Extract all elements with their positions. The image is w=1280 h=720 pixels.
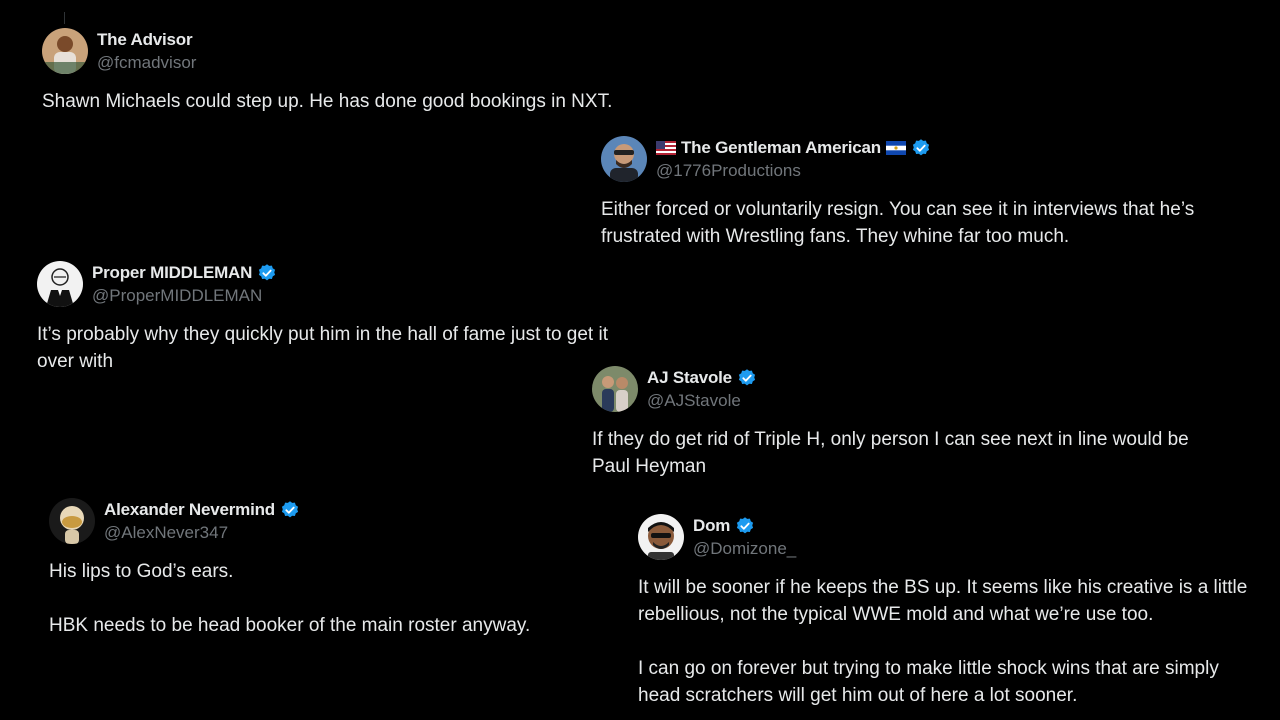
tweet-1776productions[interactable]: The Gentleman American @1776Productions … xyxy=(601,136,1261,250)
tweet-propermiddleman[interactable]: Proper MIDDLEMAN @ProperMIDDLEMAN It’s p… xyxy=(37,261,657,375)
tweet-text: His lips to God’s ears. HBK needs to be … xyxy=(49,561,531,636)
user-handle[interactable]: @ProperMIDDLEMAN xyxy=(92,286,277,306)
verified-badge-icon xyxy=(257,263,277,283)
tweet-text: Either forced or voluntarily resign. You… xyxy=(601,199,1195,247)
el-salvador-flag-icon xyxy=(885,140,906,155)
tweet-text: It’s probably why they quickly put him i… xyxy=(37,324,608,372)
avatar[interactable] xyxy=(49,498,95,544)
tweet-domizone[interactable]: Dom @Domizone_ It will be sooner if he k… xyxy=(638,514,1274,709)
us-flag-icon xyxy=(656,140,676,155)
verified-badge-icon xyxy=(735,516,755,536)
display-name[interactable]: AJ Stavole xyxy=(647,368,732,388)
verified-badge-icon xyxy=(911,138,931,158)
tweet-alexnever347[interactable]: Alexander Nevermind @AlexNever347 His li… xyxy=(49,498,609,639)
thread-connector-line xyxy=(64,12,65,24)
tweet-fcmadvisor[interactable]: The Advisor @fcmadvisor Shawn Michaels c… xyxy=(42,28,662,115)
avatar[interactable] xyxy=(601,136,647,182)
verified-badge-icon xyxy=(737,368,757,388)
user-handle[interactable]: @AlexNever347 xyxy=(104,523,300,543)
display-name[interactable]: The Advisor xyxy=(97,30,193,50)
avatar[interactable] xyxy=(592,366,638,412)
display-name[interactable]: The Gentleman American xyxy=(681,138,881,158)
avatar[interactable] xyxy=(42,28,88,74)
avatar[interactable] xyxy=(638,514,684,560)
display-name[interactable]: Alexander Nevermind xyxy=(104,500,275,520)
tweet-text: It will be sooner if he keeps the BS up.… xyxy=(638,577,1248,706)
user-handle[interactable]: @AJStavole xyxy=(647,391,757,411)
avatar[interactable] xyxy=(37,261,83,307)
tweet-text: Shawn Michaels could step up. He has don… xyxy=(42,91,613,112)
tweet-ajstavole[interactable]: AJ Stavole @AJStavole If they do get rid… xyxy=(592,366,1252,480)
user-handle[interactable]: @fcmadvisor xyxy=(97,53,196,73)
tweet-text: If they do get rid of Triple H, only per… xyxy=(592,429,1189,477)
user-handle[interactable]: @Domizone_ xyxy=(693,539,796,559)
verified-badge-icon xyxy=(280,500,300,520)
display-name[interactable]: Dom xyxy=(693,516,730,536)
user-handle[interactable]: @1776Productions xyxy=(656,161,931,181)
display-name[interactable]: Proper MIDDLEMAN xyxy=(92,263,252,283)
